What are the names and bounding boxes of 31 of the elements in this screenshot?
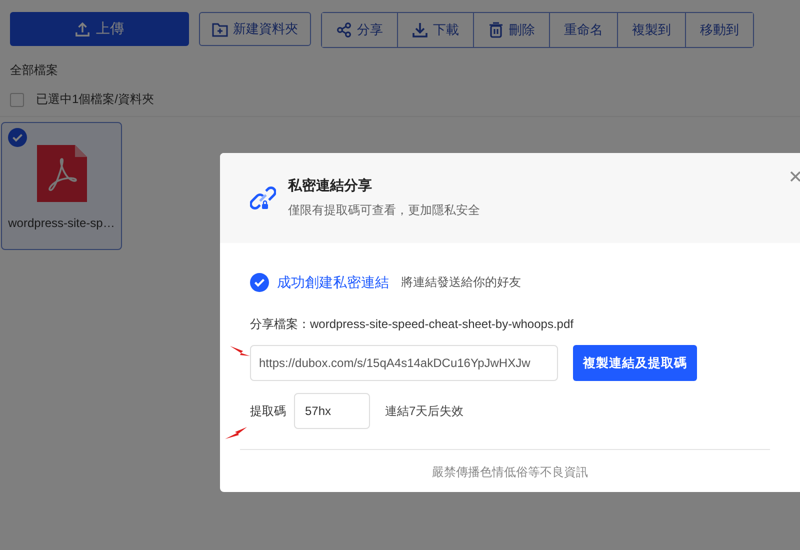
upload-button[interactable]: 上傳 <box>10 12 189 46</box>
check-circle-icon[interactable] <box>8 128 27 147</box>
check-circle-icon <box>250 273 269 292</box>
code-label: 提取碼 <box>250 402 286 420</box>
upload-icon <box>75 22 90 36</box>
new-folder-button[interactable]: 新建資料夾 <box>199 12 311 46</box>
pdf-file-icon <box>36 145 86 202</box>
file-card[interactable]: wordpress-site-sp… <box>1 122 122 250</box>
download-icon <box>412 22 428 38</box>
expiry-note: 連結7天后失效 <box>385 402 464 420</box>
link-field[interactable]: https://dubox.com/s/15qA4s14akDCu16YpJwHXJw <box>250 345 558 381</box>
code-field[interactable]: 57hx <box>294 393 370 429</box>
dialog-subtitle: 僅限有提取碼可查看，更加隱私安全 <box>288 202 480 219</box>
share-icon <box>336 22 352 38</box>
trash-icon <box>488 22 504 38</box>
shared-file-line: 分享檔案：wordpress-site-speed-cheat-sheet-by-whoops.pdf <box>250 316 574 333</box>
toolbar-button[interactable]: 分享 <box>322 13 398 47</box>
annotation-arrow <box>225 427 247 439</box>
copy-link-button[interactable]: 複製連結及提取碼 <box>573 345 697 381</box>
annotation-arrow <box>230 345 250 357</box>
footer-notice: 嚴禁傳播色情低俗等不良資訊 <box>431 464 589 481</box>
dialog-title: 私密連結分享 <box>288 177 373 195</box>
success-message: 成功創建私密連結 <box>277 274 389 292</box>
success-hint: 將連結發送給你的好友 <box>401 274 521 291</box>
selection-label: 已選中1個檔案/資料夾 <box>36 91 154 108</box>
link-lock-icon <box>250 185 276 211</box>
folder-plus-icon <box>212 22 228 36</box>
breadcrumb[interactable]: 全部檔案 <box>0 48 800 79</box>
select-all-checkbox[interactable] <box>10 92 24 106</box>
close-icon[interactable] <box>790 171 800 182</box>
file-name: wordpress-site-sp… <box>8 216 115 230</box>
